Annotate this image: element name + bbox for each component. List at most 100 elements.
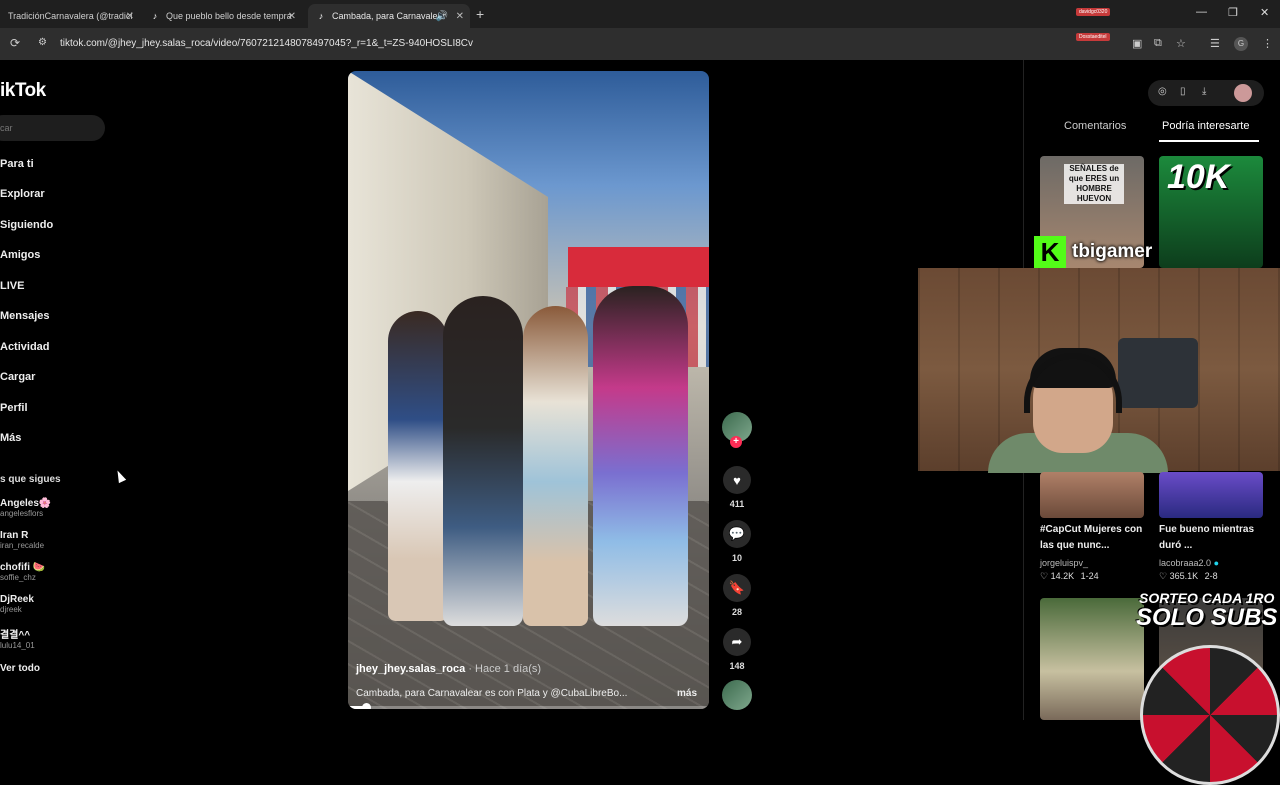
heart-icon[interactable]: ♥ — [723, 466, 751, 494]
account-handle: angelesflors — [0, 509, 44, 518]
following-account[interactable]: chofifi 🍉 soffie_chz — [0, 562, 45, 582]
share-action[interactable]: ➦ 148 — [722, 628, 752, 671]
right-toolbar: ◎ ▯ ⤓ — [1148, 80, 1264, 106]
giveaway-line2: SOLO SUBS — [1136, 604, 1278, 631]
more-link[interactable]: más — [677, 688, 697, 699]
streamer-webcam — [918, 268, 1280, 473]
more-menu-icon[interactable]: ⋮ — [1262, 37, 1273, 50]
video-time: · Hace 1 día(s) — [468, 663, 542, 675]
phone-icon[interactable]: ▯ — [1180, 86, 1186, 97]
kick-logo-icon: K — [1034, 236, 1066, 268]
site-info-icon[interactable]: ⚙ — [38, 37, 47, 48]
account-name: chofifi 🍉 — [0, 562, 46, 573]
giveaway-overlay: SORTEO CADA 1RO SOLO SUBS — [1136, 590, 1277, 630]
compass-icon[interactable]: ◎ — [1158, 86, 1167, 97]
following-account[interactable]: 결결^^ lulu14_01 — [0, 626, 35, 650]
close-icon[interactable]: ✕ — [456, 11, 464, 22]
bookmark-icon[interactable]: 🔖 — [723, 574, 751, 602]
heart-outline-icon: ♡ — [1159, 571, 1168, 581]
profile-avatar[interactable]: G — [1234, 37, 1248, 51]
close-icon[interactable]: ✕ — [126, 11, 134, 22]
chat-overlay-name: Dosstaeditel — [1076, 33, 1110, 41]
suggested-video-user[interactable]: jorgeluispv_ — [1040, 558, 1088, 568]
verified-icon: ● — [1213, 558, 1219, 568]
see-all-link[interactable]: Ver todo — [0, 663, 40, 674]
following-account[interactable]: Angeles🌸 angelesflors — [0, 498, 51, 518]
tab-title: Que pueblo bello desde tempra — [166, 11, 292, 21]
banner-image — [568, 247, 709, 287]
nav-para-ti[interactable]: Para ti — [0, 158, 34, 170]
video-player[interactable]: jhey_jhey.salas_roca · Hace 1 día(s) Cam… — [348, 71, 709, 709]
nav-explorar[interactable]: Explorar — [0, 188, 45, 200]
close-window-icon[interactable]: ✕ — [1260, 6, 1269, 19]
nav-siguiendo[interactable]: Siguiendo — [0, 219, 53, 231]
tiktok-icon: ♪ — [152, 11, 158, 21]
person-image — [388, 311, 448, 621]
suggested-video-stats: ♡ 14.2K 1-24 — [1040, 571, 1099, 582]
nav-amigos[interactable]: Amigos — [0, 249, 40, 261]
comment-action[interactable]: 💬 10 — [722, 520, 752, 563]
speaker-icon[interactable]: 🔊 — [436, 11, 448, 22]
like-action[interactable]: ♥ 411 — [722, 466, 752, 509]
nav-perfil[interactable]: Perfil — [0, 402, 28, 414]
save-action[interactable]: 🔖 28 — [722, 574, 752, 617]
following-account[interactable]: Iran R iran_recalde — [0, 530, 44, 550]
following-account[interactable]: DjReek djreek — [0, 594, 34, 614]
share-icon[interactable]: ➦ — [723, 628, 751, 656]
browser-tab[interactable]: TradiciónCarnavalera (@tradici ✕ — [0, 4, 140, 28]
suggested-video-thumb[interactable] — [1159, 472, 1263, 518]
restore-icon[interactable]: ❐ — [1228, 6, 1238, 19]
tab-comentarios[interactable]: Comentarios — [1064, 120, 1126, 132]
search-input[interactable]: car — [0, 115, 105, 141]
thumb-overlay-text: 10K — [1167, 158, 1230, 196]
new-tab-icon[interactable]: + — [476, 6, 484, 22]
nav-mensajes[interactable]: Mensajes — [0, 310, 50, 322]
comment-icon[interactable]: 💬 — [723, 520, 751, 548]
following-section-title: s que sigues — [0, 474, 61, 485]
extension-icon[interactable]: ▣ — [1132, 37, 1142, 50]
cast-icon[interactable]: ⧉ — [1154, 37, 1162, 50]
suggested-video-stats: ♡ 365.1K 2-8 — [1159, 571, 1218, 582]
minimize-icon[interactable]: — — [1196, 6, 1207, 18]
suggested-video-user[interactable]: lacobraaa2.0 ● — [1159, 558, 1219, 568]
tiktok-icon: ♪ — [318, 11, 324, 21]
browser-tab-bar: TradiciónCarnavalera (@tradici ✕ ♪ Que p… — [0, 0, 1280, 28]
giveaway-wheel — [1140, 645, 1280, 785]
post-date: 2-8 — [1204, 571, 1218, 581]
account-handle: soffie_chz — [0, 573, 36, 582]
sidebar: ikTok car Para ti Explorar Siguiendo Ami… — [0, 60, 120, 720]
nav-cargar[interactable]: Cargar — [0, 371, 35, 383]
reload-icon[interactable]: ⟳ — [10, 36, 20, 50]
star-icon[interactable]: ☆ — [1176, 37, 1186, 50]
suggested-video-thumb[interactable]: 10K — [1159, 156, 1263, 268]
tiktok-logo[interactable]: ikTok — [0, 80, 46, 102]
tab-podria-interesarte[interactable]: Podría interesarte — [1162, 120, 1249, 132]
suggested-video-thumb[interactable] — [1040, 598, 1144, 720]
sound-avatar[interactable] — [722, 680, 752, 710]
heart-outline-icon: ♡ — [1040, 571, 1049, 581]
author-handle[interactable]: jhey_jhey.salas_roca — [356, 663, 465, 675]
user-avatar[interactable] — [1234, 84, 1252, 102]
suggested-video-title[interactable]: #CapCut Mujeres con las que nunc... — [1040, 522, 1148, 554]
follow-plus-icon[interactable]: + — [730, 436, 742, 448]
browser-tab-active[interactable]: ♪ Cambada, para Carnavalear 🔊 ✕ — [308, 4, 470, 28]
tab-title: TradiciónCarnavalera (@tradici — [8, 11, 133, 21]
video-progress-bar[interactable] — [348, 703, 709, 709]
close-icon[interactable]: ✕ — [288, 11, 296, 22]
download-icon[interactable]: ⤓ — [1202, 86, 1206, 97]
account-name: 결결^^ — [0, 630, 31, 641]
suggested-video-title[interactable]: Fue bueno mientras duró ... — [1159, 522, 1267, 554]
suggested-video-thumb[interactable] — [1040, 472, 1144, 518]
progress-handle[interactable] — [362, 703, 372, 709]
like-count: 365.1K — [1169, 571, 1199, 581]
account-handle: djreek — [0, 605, 22, 614]
menu-list-icon[interactable]: ☰ — [1210, 37, 1220, 50]
nav-live[interactable]: LIVE — [0, 280, 24, 292]
person-image — [523, 306, 588, 626]
nav-actividad[interactable]: Actividad — [0, 341, 50, 353]
url-field[interactable]: tiktok.com/@jhey_jhey.salas_roca/video/7… — [60, 38, 473, 49]
like-count: 14.2K — [1050, 571, 1075, 581]
video-author[interactable]: jhey_jhey.salas_roca · Hace 1 día(s) — [356, 663, 541, 675]
nav-mas[interactable]: Más — [0, 432, 21, 444]
browser-tab[interactable]: ♪ Que pueblo bello desde tempra ✕ — [142, 4, 302, 28]
